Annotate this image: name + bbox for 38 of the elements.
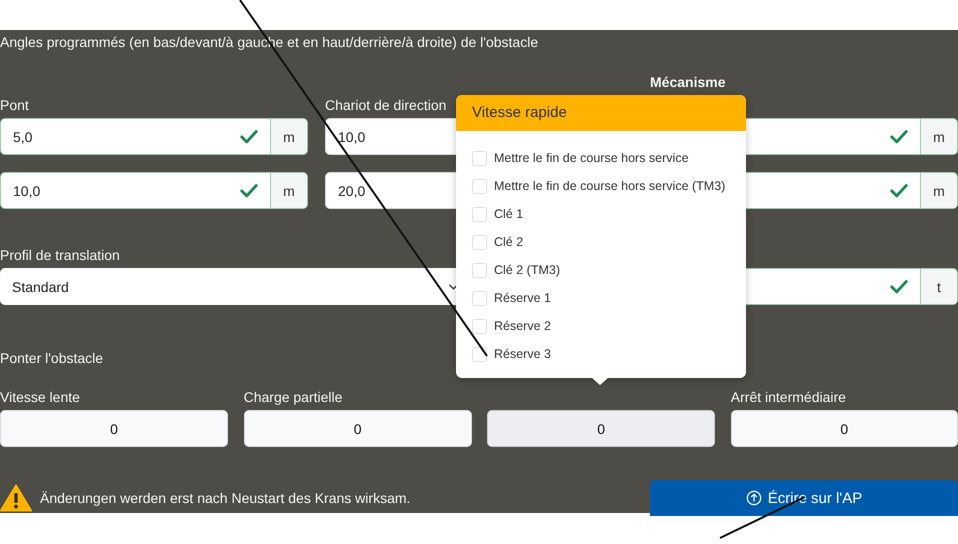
option-label[interactable]: Réserve 2 — [494, 319, 551, 333]
option-label[interactable]: Clé 2 — [494, 235, 524, 249]
checkbox[interactable] — [472, 178, 487, 194]
option-label[interactable]: Réserve 1 — [494, 291, 551, 305]
checkbox[interactable] — [472, 150, 487, 166]
option-label[interactable]: Clé 1 — [494, 207, 524, 221]
number-field[interactable]: 0 — [487, 410, 716, 447]
column-heading: Mécanisme — [650, 73, 726, 92]
upload-icon — [746, 490, 762, 506]
number-field[interactable]: 0 — [0, 410, 228, 447]
field-label: Profil de translation — [0, 247, 120, 263]
unit-label: m — [920, 119, 957, 154]
input-field[interactable]: 10,0 m — [0, 172, 308, 209]
unit-label: t — [920, 269, 957, 304]
section-title: Angles programmés (en bas/devant/à gauche et en haut/derrière/à droite) de l'obstacle — [0, 33, 540, 52]
field-label: Vitesse lente — [0, 389, 80, 405]
field-label: Arrêt intermédiaire — [730, 389, 846, 405]
section-heading: Ponter l'obstacle — [0, 349, 104, 368]
field-label: Pont — [0, 97, 29, 113]
checkbox[interactable] — [472, 290, 487, 306]
number-field[interactable]: 0 — [730, 410, 958, 447]
checkbox[interactable] — [472, 234, 487, 250]
popup-title: Vitesse rapide — [456, 95, 746, 131]
number-field[interactable]: 0 — [244, 410, 472, 447]
input-field[interactable]: 5,0 m — [0, 118, 308, 155]
checkbox[interactable] — [472, 346, 487, 362]
warning-icon — [0, 484, 32, 512]
checkbox[interactable] — [472, 318, 487, 334]
unit-label: m — [920, 173, 957, 208]
unit-label: m — [270, 173, 307, 208]
field-label: Chariot de direction — [325, 97, 446, 113]
field-label: Charge partielle — [244, 389, 342, 405]
option-label[interactable]: Clé 2 (TM3) — [494, 263, 560, 277]
unit-label: m — [270, 119, 307, 154]
warning-message: Änderungen werden erst nach Neustart des Krans wirksam. — [40, 490, 410, 506]
checkbox[interactable] — [472, 206, 487, 222]
checkbox[interactable] — [472, 262, 487, 278]
option-label[interactable]: Réserve 3 — [494, 347, 551, 361]
